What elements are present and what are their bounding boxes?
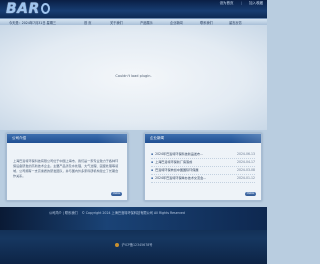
about-panel-title: 公司介绍 — [7, 134, 127, 143]
add-favorite-link[interactable]: 加入收藏 — [249, 1, 263, 6]
about-panel: 公司介绍 上海巴洛特环保科技有限公司位于中国上海市，我们是一家专业致力于各种环保… — [6, 133, 128, 201]
news-item-date: 2024-04-17 — [237, 160, 255, 164]
news-panel: 企业新闻 ▪ 2024年巴洛特环保科技新品发布... 2024-06-13 ▪ 上海… — [144, 133, 262, 201]
copyright-text: © Copyright 2024 上海巴洛特环保科技有限公司 All Right… — [81, 211, 185, 215]
icp-record: 沪ICP备12345678号 — [0, 242, 267, 247]
plugin-error-message: Couldn't load plugin. — [115, 74, 152, 78]
news-item-date: 2024-06-13 — [237, 152, 255, 156]
news-item-title[interactable]: 巴洛特环保参加中国国际环保展 — [155, 168, 198, 172]
site-footer: 公司简介 | 联系我们 © Copyright 2024 上海巴洛特环保科技有限公… — [0, 207, 267, 264]
header-top-links: 设为首页 | 加入收藏 — [214, 1, 263, 6]
banner-plugin-area: Couldn't load plugin. — [0, 25, 267, 130]
news-item-date: 2024-03-08 — [237, 168, 255, 172]
police-emblem-icon — [114, 243, 119, 247]
bullet-icon: ▪ — [151, 152, 154, 156]
news-more-button[interactable]: more — [245, 192, 256, 196]
set-homepage-link[interactable]: 设为首页 — [220, 1, 234, 6]
logo-o-ring-icon — [40, 3, 50, 14]
news-item[interactable]: ▪ 2024年巴洛特环保举办技术交流会... 2024-01-12 — [151, 175, 255, 183]
news-item[interactable]: ▪ 2024年巴洛特环保科技新品发布... 2024-06-13 — [151, 151, 255, 159]
footer-top-band: 公司简介 | 联系我们 © Copyright 2024 上海巴洛特环保科技有限公… — [0, 207, 267, 230]
news-item-date: 2024-01-12 — [237, 176, 255, 180]
site-header: BAR 设为首页 | 加入收藏 — [0, 0, 267, 18]
company-logo[interactable]: BAR — [6, 2, 50, 17]
news-item-title[interactable]: 2024年巴洛特环保举办技术交流会... — [155, 176, 206, 180]
footer-nav-links[interactable]: 公司简介 | 联系我们 — [49, 211, 78, 215]
bullet-icon: ▪ — [151, 176, 154, 180]
news-item[interactable]: ▪ 上海巴洛特环保新厂房落成 2024-04-17 — [151, 159, 255, 167]
news-item-title[interactable]: 2024年巴洛特环保科技新品发布... — [155, 152, 203, 156]
logo-text: BAR — [6, 1, 40, 17]
footer-links: 公司简介 | 联系我们 © Copyright 2024 上海巴洛特环保科技有限公… — [49, 210, 185, 215]
bullet-icon: ▪ — [151, 160, 154, 164]
icp-number[interactable]: 沪ICP备12345678号 — [122, 243, 153, 247]
about-description: 上海巴洛特环保科技有限公司位于中国上海市，我们是一家专业致力于各种环保设备研发的… — [13, 159, 119, 178]
news-item[interactable]: ▪ 巴洛特环保参加中国国际环保展 2024-03-08 — [151, 167, 255, 175]
news-list: ▪ 2024年巴洛特环保科技新品发布... 2024-06-13 ▪ 上海巴洛特环保… — [151, 151, 255, 183]
top-links-divider: | — [240, 1, 242, 5]
about-more-button[interactable]: more — [111, 192, 122, 196]
news-item-title[interactable]: 上海巴洛特环保新厂房落成 — [155, 160, 192, 164]
news-panel-title: 企业新闻 — [145, 134, 261, 143]
bullet-icon: ▪ — [151, 168, 154, 172]
